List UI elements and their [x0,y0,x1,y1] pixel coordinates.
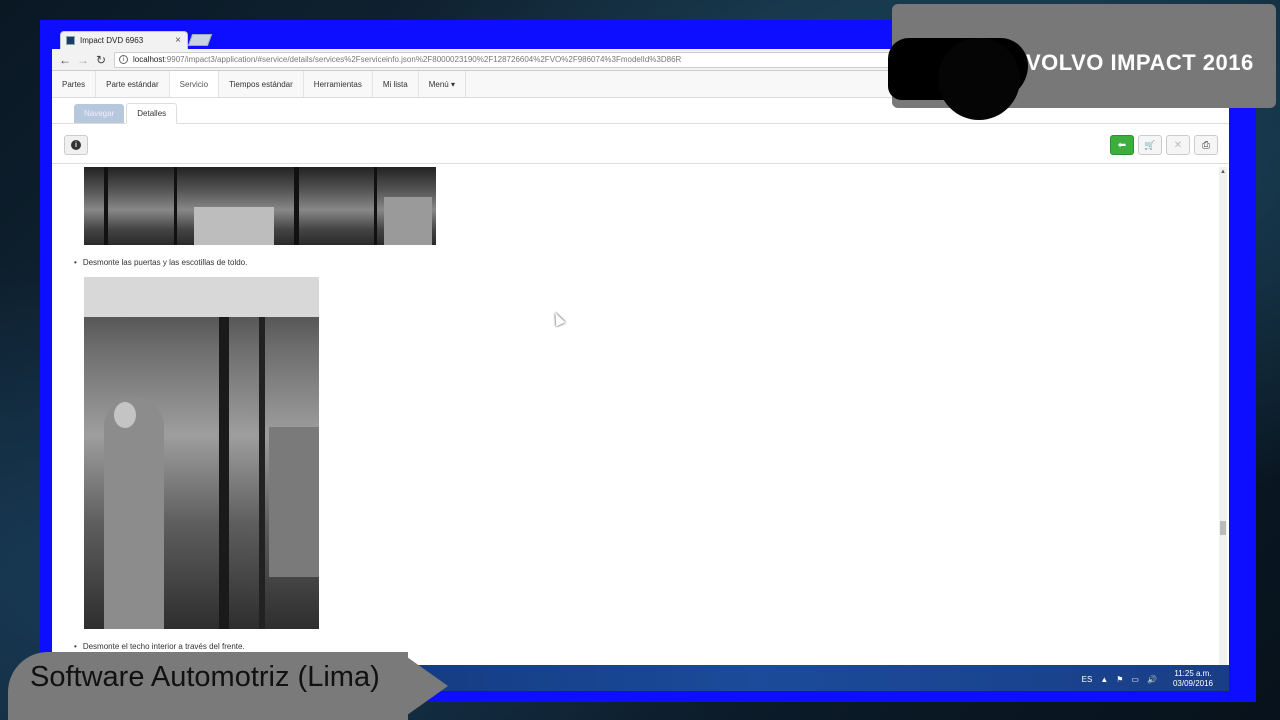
menu-item-herramientas[interactable]: Herramientas [304,71,373,97]
volume-icon[interactable]: 🔊 [1147,675,1157,684]
language-indicator[interactable]: ES [1082,675,1093,684]
print-button[interactable]: ⎙ [1194,135,1218,155]
tab-close-icon[interactable]: × [175,35,181,46]
favicon-icon [66,36,75,45]
site-info-icon[interactable]: i [119,55,128,64]
info-button[interactable]: i [64,135,88,155]
scrollbar-thumb[interactable] [1220,521,1226,535]
footer-arrow [400,652,448,720]
menu-item-menu[interactable]: Menú ▾ [419,71,466,97]
clock-date: 03/09/2016 [1172,679,1213,688]
details-toolbar: i ⬅ 🛒 ✕ ⎙ [52,124,1229,164]
taskbar-clock[interactable]: 11:25 a.m. 03/09/2016 [1165,669,1213,689]
service-photo-worker [84,277,319,629]
cart-icon: 🛒 [1144,139,1156,150]
menu-item-servicio[interactable]: Servicio [169,71,220,97]
back-arrow-icon[interactable]: ← [56,53,74,67]
action-center-flag-icon[interactable]: ⚑ [1116,675,1123,684]
system-tray: ES ▲ ⚑ ▭ 🔊 11:25 a.m. 03/09/2016 [1074,669,1213,689]
content-scrollbar[interactable] [1219,167,1227,665]
tab-navegar[interactable]: Navegar [74,104,125,123]
menu-item-mi-lista[interactable]: Mi lista [373,71,419,97]
step-remove-doors: Desmonte las puertas y las escotillas de… [74,258,248,267]
forward-arrow-icon[interactable]: → [74,53,92,67]
url-host: localhost [133,55,165,64]
url-path: :9907/impact3/application/#service/detai… [164,55,682,64]
tray-expand-icon[interactable]: ▲ [1100,675,1108,684]
tools-icon: ✕ [1173,139,1183,151]
tools-button[interactable]: ✕ [1166,135,1190,155]
tab-detalles[interactable]: Detalles [126,103,178,124]
browser-tab[interactable]: Impact DVD 6963 × [60,31,188,49]
cart-button[interactable]: 🛒 [1138,135,1162,155]
clock-time: 11:25 a.m. [1174,669,1212,678]
footer-label: Software Automotriz (Lima) [30,661,380,693]
print-icon: ⎙ [1202,139,1210,151]
service-details-content: Desmonte las puertas y las escotillas de… [52,167,1229,665]
reload-icon[interactable]: ↻ [92,53,110,67]
menu-item-parte-estandar[interactable]: Parte estándar [96,71,170,97]
back-button[interactable]: ⬅ [1110,135,1134,155]
tab-title: Impact DVD 6963 [80,36,144,45]
brand-title: VOLVO IMPACT 2016 [1026,50,1254,75]
scroll-up-arrow-icon[interactable]: ▲ [1220,169,1226,175]
service-photo-top [84,167,436,245]
browser-window: Impact DVD 6963 × ← → ↻ i localhost:9907… [52,30,1229,665]
menu-item-tiempos-estandar[interactable]: Tiempos estándar [219,71,304,97]
arrow-left-icon: ⬅ [1117,139,1127,151]
footer-banner: Software Automotriz (Lima) [8,604,448,720]
new-tab-button[interactable] [187,34,213,46]
network-icon[interactable]: ▭ [1131,675,1139,684]
info-icon: i [71,140,81,150]
banner-circle [938,38,1020,120]
brand-banner: VOLVO IMPACT 2016 [888,4,1276,120]
menu-item-partes[interactable]: Partes [52,71,97,97]
